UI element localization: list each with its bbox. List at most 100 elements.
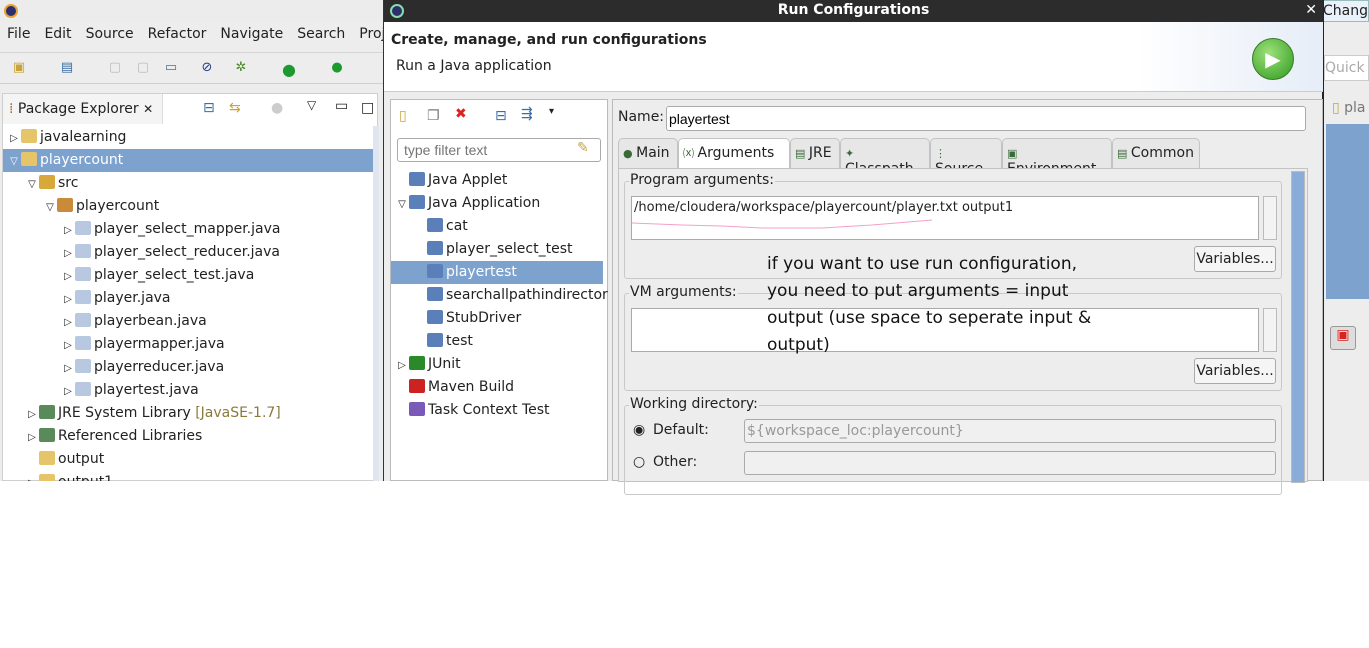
tree-item[interactable]: ▷ playerbean.java [3,310,373,333]
console-icon[interactable]: ▣ [1330,326,1356,350]
collapse-arrow-icon[interactable]: ▽ [43,196,57,219]
expand-arrow-icon[interactable]: ▷ [61,311,75,334]
tree-item[interactable]: cat [391,215,603,238]
menu-search[interactable]: Search [290,22,352,48]
menu-edit[interactable]: Edit [37,22,78,48]
expand-arrow-icon[interactable]: ▷ [61,219,75,242]
vm-arguments-scrollbar[interactable] [1263,308,1277,352]
tab-environment[interactable]: ▣ Environment [1002,138,1112,177]
expand-arrow-icon[interactable]: ▷ [61,265,75,288]
tree-item[interactable]: ▷ player_select_test.java [3,264,373,287]
tree-item[interactable]: ▽ src [3,172,373,195]
collapse-arrow-icon[interactable]: ▽ [7,150,21,173]
expand-arrow-icon[interactable]: ▷ [395,354,409,377]
print-icon[interactable]: ▭ [162,60,180,76]
tree-item[interactable]: ▷ output1 [3,471,373,481]
tree-item-label: output1 [58,474,113,481]
tree-item[interactable]: output [3,448,373,471]
view-menu-icon[interactable]: ▽ [307,98,316,112]
tree-item[interactable]: ▷ player_select_mapper.java [3,218,373,241]
tree-item[interactable]: ▷ javalearning [3,126,373,149]
save-icon[interactable]: ▢ [106,60,124,76]
expand-arrow-icon[interactable]: ▷ [61,357,75,380]
program-arguments-textarea[interactable]: /home/cloudera/workspace/playercount/pla… [631,196,1259,240]
tree-item[interactable]: ▷ playerreducer.java [3,356,373,379]
collapse-all-icon[interactable]: ⊟ [495,108,507,124]
program-arguments-scrollbar[interactable] [1263,196,1277,240]
close-icon[interactable]: ✕ [143,102,153,116]
tree-item[interactable]: searchallpathindirector [391,284,608,307]
tree-item[interactable]: ▽ Java Application [391,192,603,215]
tree-item[interactable]: StubDriver [391,307,603,330]
tab-arguments[interactable]: ⒳ Arguments [678,138,790,168]
tab-source[interactable]: ⋮ Source [930,138,1002,177]
tree-item[interactable]: Maven Build [391,376,603,399]
tab-classpath[interactable]: ✦ Classpath [840,138,930,177]
new-class-icon[interactable]: ▤ [58,60,76,76]
debug-icon[interactable]: ✲ [232,60,250,76]
java-config-icon [427,333,443,347]
minimize-icon[interactable]: ▭ [335,98,348,114]
collapse-arrow-icon[interactable]: ▽ [395,193,409,216]
tree-item[interactable]: ▷ player_select_reducer.java [3,241,373,264]
tab-common[interactable]: ▤ Common [1112,138,1200,168]
delete-config-icon[interactable]: ✖ [455,106,467,122]
vm-variables-button[interactable]: Variables... [1194,358,1276,384]
tree-item[interactable]: test [391,330,603,353]
new-config-icon[interactable]: ▯ [399,108,407,124]
tree-item[interactable]: ▷ JUnit [391,353,603,376]
expand-arrow-icon[interactable]: ▷ [7,127,21,150]
other-radio[interactable]: ○ [633,454,645,470]
project-icon [21,152,37,166]
tree-item[interactable]: playertest [391,261,603,284]
filter-input[interactable] [397,138,601,162]
tree-item[interactable]: ▷ JRE System Library [JavaSE-1.7] [3,402,373,425]
package-explorer-tab[interactable]: ⁞ Package Explorer ✕ [3,94,163,124]
maximize-icon[interactable]: □ [361,100,374,116]
tab-jre[interactable]: ▤ JRE [790,138,840,168]
tree-item[interactable]: ▷ playermapper.java [3,333,373,356]
menu-source[interactable]: Source [79,22,141,48]
focus-icon[interactable]: ● [271,100,283,116]
run-icon[interactable]: ● [280,60,298,79]
external-tools-icon[interactable]: ● [328,60,346,76]
collapse-arrow-icon[interactable]: ▽ [25,173,39,196]
menu-file[interactable]: File [0,22,37,48]
name-input[interactable] [666,106,1306,131]
tree-item[interactable]: ▽ playercount [3,195,373,218]
program-variables-button[interactable]: Variables... [1194,246,1276,272]
new-icon[interactable]: ▣ [10,60,28,76]
duplicate-config-icon[interactable]: ❐ [427,108,440,124]
link-with-editor-icon[interactable]: ⇆ [229,100,241,116]
tree-item[interactable]: Task Context Test [391,399,603,422]
expand-arrow-icon[interactable]: ▷ [25,403,39,426]
menu-navigate[interactable]: Navigate [213,22,290,48]
arguments-scrollbar[interactable] [1291,171,1305,483]
menu-refactor[interactable]: Refactor [141,22,214,48]
default-radio[interactable]: ◉ [633,422,645,438]
tree-item[interactable]: Java Applet [391,169,603,192]
expand-arrow-icon[interactable]: ▷ [61,380,75,403]
expand-arrow-icon[interactable]: ▷ [61,334,75,357]
expand-arrow-icon[interactable]: ▷ [25,472,39,481]
clear-filter-icon[interactable]: ✎ [577,140,589,156]
tab-main[interactable]: ● Main [618,138,678,168]
other-directory-field[interactable] [744,451,1276,475]
close-dialog-button[interactable]: ✕ [1305,0,1317,21]
collapse-all-icon[interactable]: ⊟ [203,100,215,116]
quick-access-input[interactable]: Quick A [1324,55,1369,81]
filter-config-icon[interactable]: ⇶ [521,106,533,122]
expand-arrow-icon[interactable]: ▷ [61,242,75,265]
save-all-icon[interactable]: ▢ [134,60,152,76]
editor-tab[interactable]: ▯ pla [1326,96,1369,124]
tree-scrollbar[interactable] [373,126,379,481]
expand-arrow-icon[interactable]: ▷ [61,288,75,311]
tree-item[interactable]: ▷ player.java [3,287,373,310]
tree-item[interactable]: ▽ playercount [3,149,373,172]
tree-item[interactable]: ▷ playertest.java [3,379,373,402]
tree-item[interactable]: ▷ Referenced Libraries [3,425,373,448]
tree-item[interactable]: player_select_test [391,238,603,261]
expand-arrow-icon[interactable]: ▷ [25,426,39,449]
skip-breakpoints-icon[interactable]: ⊘ [198,60,216,76]
filter-menu-chevron-icon[interactable]: ▾ [549,106,554,117]
